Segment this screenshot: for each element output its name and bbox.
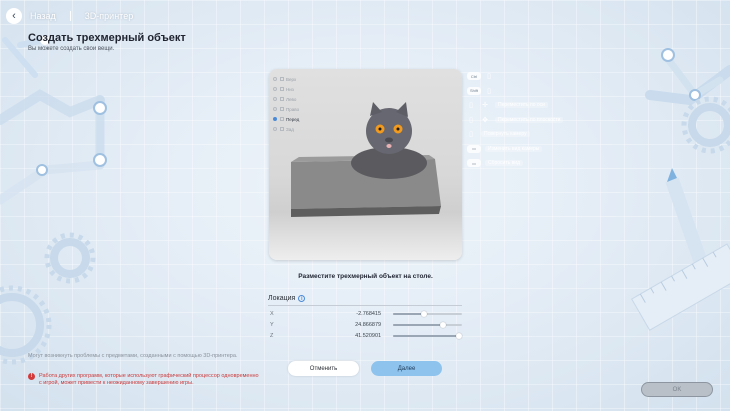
radio-icon xyxy=(273,127,277,131)
hint-move-plane: ▯ ✥ Переместить по плоскости xyxy=(467,113,564,128)
location-row-x: X -2.768415 xyxy=(270,309,462,319)
camera-view-list: Верх Низ Левo Право Перед Зад xyxy=(273,74,299,134)
move-axis-icon: ✛ xyxy=(482,102,488,110)
next-button[interactable]: Далее xyxy=(371,361,442,376)
gpu-warning-text: Работа других программ, которые использу… xyxy=(39,373,259,386)
slider-thumb[interactable] xyxy=(439,322,446,328)
cube-top-icon xyxy=(280,77,284,81)
axis-value: 41.520901 xyxy=(355,333,382,339)
location-title: Локация i xyxy=(268,295,306,302)
view-label: Верх xyxy=(286,76,297,82)
back-label[interactable]: Назад xyxy=(30,11,56,21)
y-slider[interactable] xyxy=(393,322,462,328)
mouse-right-icon: ▯ xyxy=(469,131,473,139)
page-title: Создать трехмерный объект xyxy=(28,32,186,44)
hint-text: Сбросить вид xyxy=(485,160,523,167)
view-option-back[interactable]: Зад xyxy=(273,124,299,134)
axis-label: X xyxy=(270,311,274,317)
view-label: Зад xyxy=(286,126,294,132)
slider-fill xyxy=(393,335,460,337)
axis-label: Z xyxy=(270,333,274,339)
hint-reset-view: ▭ Сбросить вид xyxy=(467,156,563,171)
axis-value: 24.866879 xyxy=(355,322,382,328)
slider-thumb[interactable] xyxy=(456,333,463,339)
mouse-icon: ▯ xyxy=(487,73,491,81)
page-subtitle: Вы можете создать свои вещи. xyxy=(28,46,115,52)
section-title: 3D-принтер xyxy=(84,11,134,21)
back-button[interactable]: ‹ xyxy=(6,8,22,24)
radio-icon xyxy=(273,107,277,111)
cube-front-icon xyxy=(280,117,284,121)
model-preview[interactable]: Верх Низ Левo Право Перед Зад xyxy=(269,69,462,260)
hint-rotate-camera: ▯ Повернуть камеру xyxy=(467,127,563,142)
cancel-button[interactable]: Отменить xyxy=(288,361,359,376)
view-option-bottom[interactable]: Низ xyxy=(273,84,299,94)
view-option-top[interactable]: Верх xyxy=(273,74,299,84)
slider-fill xyxy=(393,324,443,326)
top-divider xyxy=(69,11,71,21)
view-option-left[interactable]: Левo xyxy=(273,94,299,104)
view-label: Право xyxy=(286,106,300,112)
radio-icon xyxy=(273,97,277,101)
hint-text: Изменить вид камеры xyxy=(485,145,543,152)
mouse-icon: ▯ xyxy=(487,87,491,95)
location-row-y: Y 24.866879 xyxy=(270,320,462,330)
view-label: Перед xyxy=(286,116,300,122)
gpu-warning: ! Работа других программ, которые исполь… xyxy=(28,373,260,387)
view-option-front[interactable]: Перед xyxy=(273,114,299,124)
keyboard-icon: ▭ xyxy=(467,144,481,153)
hint-change-view: ▭ Изменить вид камеры xyxy=(467,142,563,157)
info-warning: Могут возникнуть проблемы с предметами, … xyxy=(28,353,238,359)
axis-value: -2.768415 xyxy=(356,311,382,317)
hint-text: Переместить по плоскости xyxy=(495,116,564,123)
key-shift: Shift xyxy=(467,86,481,95)
slider-fill xyxy=(393,313,425,315)
hint-text: Повернуть камеру xyxy=(481,131,530,138)
hint-text: Переместить по оси xyxy=(495,102,548,109)
cube-bottom-icon xyxy=(280,87,284,91)
alert-icon: ! xyxy=(28,373,35,380)
move-plane-icon: ✥ xyxy=(482,116,488,124)
axis-label: Y xyxy=(270,322,274,328)
key-ctrl: Ctrl xyxy=(467,72,481,81)
ok-button[interactable]: OK xyxy=(641,382,713,397)
info-icon[interactable]: i xyxy=(298,295,306,302)
keyboard-icon: ▭ xyxy=(467,159,481,168)
hint-ctrl: Ctrl ▯ xyxy=(467,69,563,84)
view-option-right[interactable]: Право xyxy=(273,104,299,114)
radio-selected-icon xyxy=(273,117,277,121)
cube-right-icon xyxy=(280,107,284,111)
view-label: Левo xyxy=(286,96,297,102)
slider-thumb[interactable] xyxy=(421,311,428,317)
hint-move-axis: ▯ ✛ Переместить по оси xyxy=(467,98,563,113)
top-bar: ‹ Назад 3D-принтер xyxy=(6,6,133,26)
mouse-left-icon: ▯ xyxy=(469,102,473,110)
location-divider xyxy=(268,305,462,306)
z-slider[interactable] xyxy=(393,333,463,339)
radio-icon xyxy=(273,77,277,81)
x-slider[interactable] xyxy=(393,311,462,317)
cube-back-icon xyxy=(280,127,284,131)
placement-instruction: Разместите трехмерный объект на столе. xyxy=(298,273,433,280)
location-label: Локация xyxy=(268,295,296,302)
radio-icon xyxy=(273,87,277,91)
view-label: Низ xyxy=(286,86,294,92)
hint-shift: Shift ▯ xyxy=(467,84,563,99)
cube-left-icon xyxy=(280,97,284,101)
cat-model xyxy=(351,102,427,179)
mouse-left-icon: ▯ xyxy=(469,116,473,124)
location-row-z: Z 41.520901 xyxy=(270,331,463,341)
chevron-left-icon: ‹ xyxy=(12,9,16,22)
control-hints: Ctrl ▯ Shift ▯ ▯ ✛ Переместить по оси ▯ ✥ Пере… xyxy=(467,69,564,171)
